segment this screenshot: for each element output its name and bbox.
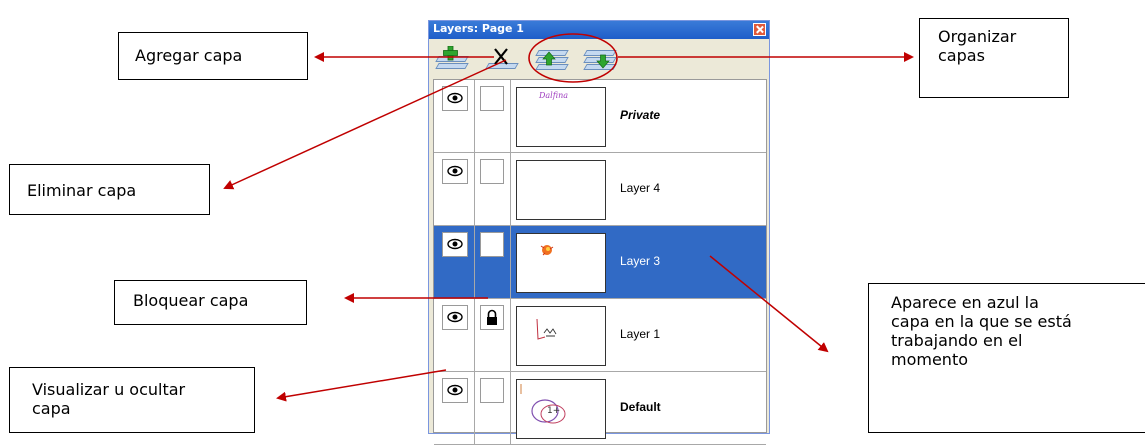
annotation-overlay: [223, 33, 914, 402]
arrow-delete-layer: [223, 59, 507, 190]
arrow-visibility: [276, 369, 447, 402]
highlight-ellipse: [528, 33, 618, 83]
arrow-selected-layer: [709, 255, 829, 353]
